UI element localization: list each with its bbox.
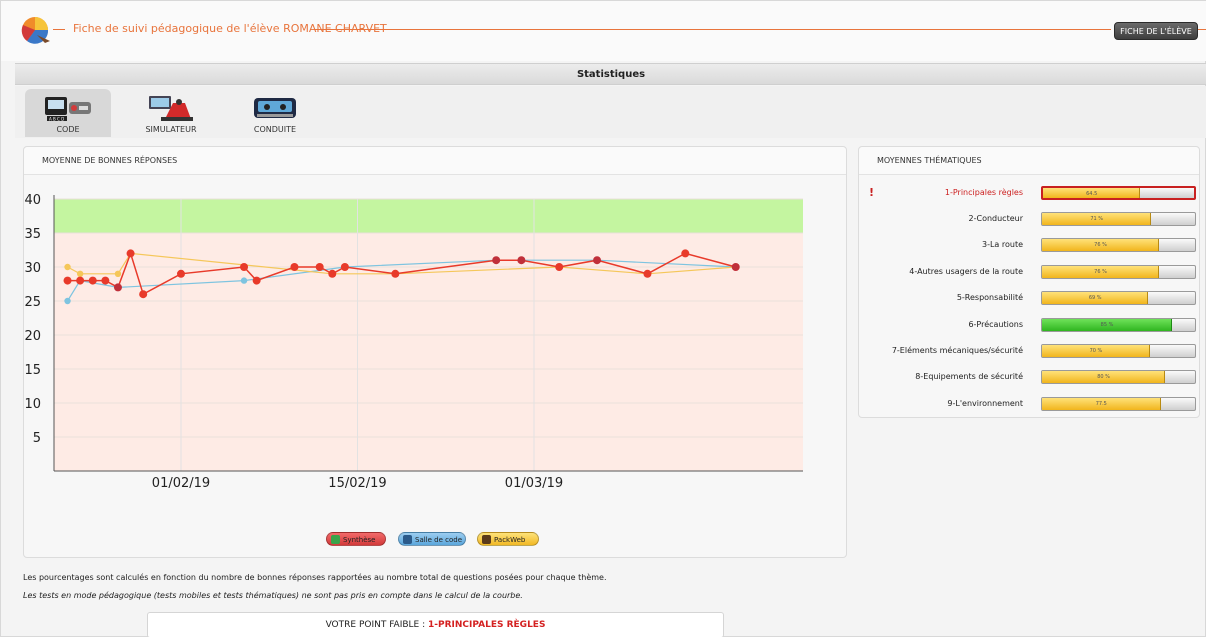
series-point-0 <box>139 290 148 299</box>
x-tick-label: 01/02/19 <box>152 476 210 491</box>
y-tick-label: 30 <box>24 261 41 276</box>
theme-label: 5-Responsabilité <box>956 293 1023 302</box>
theme-progress-bar: 85 % <box>1041 318 1196 332</box>
theme-progress-bar: 69 % <box>1041 291 1196 305</box>
theme-label: 9-L'environnement <box>947 399 1023 408</box>
series-point-0 <box>290 263 299 271</box>
theme-label: 4-Autres usagers de la route <box>909 267 1023 276</box>
theme-label: 8-Equipements de sécurité <box>915 372 1023 381</box>
series-point-0 <box>76 276 85 285</box>
theme-label: 6-Précautions <box>968 320 1023 329</box>
theme-progress-bar: 76 % <box>1041 265 1196 279</box>
theme-percent-text: 69 % <box>1088 295 1102 301</box>
series-point-1 <box>64 263 71 271</box>
series-point-0 <box>340 263 349 271</box>
theme-row: 1-Principales règles 64.5 <box>859 186 1199 200</box>
theme-row: 7-Eléments mécaniques/sécurité 70 % <box>859 344 1199 358</box>
series-point-0 <box>328 269 337 278</box>
weak-point-value: 1-PRINCIPALES RÈGLES <box>428 620 546 630</box>
legend-packweb-label: PackWeb <box>494 536 526 544</box>
legend-salle-de-code-label: Salle de code <box>415 536 463 544</box>
weak-point-box: VOTRE POINT FAIBLE : 1-PRINCIPALES RÈGLE… <box>147 612 724 637</box>
series-point-2 <box>64 297 71 305</box>
y-tick-label: 40 <box>24 193 41 208</box>
series-point-0 <box>593 256 602 265</box>
theme-percent-text: 70 % <box>1089 348 1103 354</box>
theme-progress-bar: 71 % <box>1041 212 1196 226</box>
series-point-0 <box>517 256 526 265</box>
series-point-0 <box>126 249 135 258</box>
y-tick-label: 20 <box>24 329 41 344</box>
series-point-0 <box>315 263 324 271</box>
theme-row: 6-Précautions 85 % <box>859 318 1199 332</box>
theme-percent-text: 77.5 <box>1095 401 1107 407</box>
y-tick-label: 15 <box>24 363 41 378</box>
theme-progress-bar: 70 % <box>1041 344 1196 358</box>
series-point-0 <box>391 269 400 278</box>
classroom-icon <box>403 535 412 544</box>
series-point-0 <box>731 263 740 271</box>
x-tick-label: 15/02/19 <box>328 476 386 491</box>
theme-progress-bar: 77.5 <box>1041 397 1196 411</box>
theme-percent-text: 76 % <box>1094 269 1107 275</box>
weak-point-label: VOTRE POINT FAIBLE : <box>325 620 426 630</box>
percentage-note: Les pourcentages sont calculés en foncti… <box>23 573 607 582</box>
packweb-icon <box>482 535 491 544</box>
theme-row: 2-Conducteur 71 % <box>859 212 1199 226</box>
legend-salle-de-code-button[interactable]: Salle de code <box>398 532 466 546</box>
theme-label: 7-Eléments mécaniques/sécurité <box>891 346 1023 355</box>
series-point-0 <box>88 276 97 285</box>
legend-synthese-button[interactable]: Synthèse <box>326 532 386 546</box>
theme-percent-text: 85 % <box>1100 322 1114 328</box>
series-point-0 <box>492 256 501 265</box>
series-point-0 <box>113 283 122 292</box>
synthesis-icon <box>331 535 340 544</box>
theme-label: 2-Conducteur <box>968 214 1024 223</box>
y-tick-label: 25 <box>24 295 41 310</box>
theme-row: 8-Equipements de sécurité 80 % <box>859 370 1199 384</box>
series-point-0 <box>101 276 110 285</box>
theme-percent-text: 71 % <box>1090 216 1104 222</box>
theme-row: 4-Autres usagers de la route 76 % <box>859 265 1199 279</box>
y-tick-label: 35 <box>24 227 41 242</box>
series-point-0 <box>252 276 261 285</box>
series-point-0 <box>63 276 72 285</box>
y-tick-label: 5 <box>33 431 41 446</box>
y-tick-label: 10 <box>24 397 41 412</box>
theme-percent-text: 80 % <box>1097 374 1110 380</box>
theme-percent-text: 64.5 <box>1086 191 1098 197</box>
theme-row: 5-Responsabilité 69 % <box>859 291 1199 305</box>
pedagogic-mode-note: Les tests en mode pédagogique (tests mob… <box>23 591 523 600</box>
theme-progress-bar: 80 % <box>1041 370 1196 384</box>
theme-progress-bar: 64.5 <box>1041 186 1196 200</box>
theme-row: 9-L'environnement 77.5 <box>859 397 1199 411</box>
theme-panel-title: MOYENNES THÉMATIQUES <box>859 147 1199 175</box>
theme-percent-text: 76 % <box>1094 242 1107 248</box>
theme-label: 3-La route <box>981 240 1023 249</box>
series-point-0 <box>177 269 185 278</box>
series-point-1 <box>76 270 84 277</box>
series-point-0 <box>240 263 249 271</box>
series-point-1 <box>114 270 122 277</box>
theme-progress-bar: 76 % <box>1041 238 1196 252</box>
series-point-0 <box>643 269 652 278</box>
legend-synthese-label: Synthèse <box>343 536 376 544</box>
series-point-2 <box>240 277 248 284</box>
series-point-0 <box>681 249 690 258</box>
chart-zone-0 <box>54 199 803 233</box>
series-point-0 <box>555 263 564 271</box>
theme-label: 1-Principales règles <box>944 188 1023 197</box>
legend-packweb-button[interactable]: PackWeb <box>477 532 539 546</box>
theme-row: 3-La route 76 % <box>859 238 1199 252</box>
app-frame: Fiche de suivi pédagogique de l'élève RO… <box>0 0 1206 637</box>
x-tick-label: 01/03/19 <box>505 476 563 491</box>
